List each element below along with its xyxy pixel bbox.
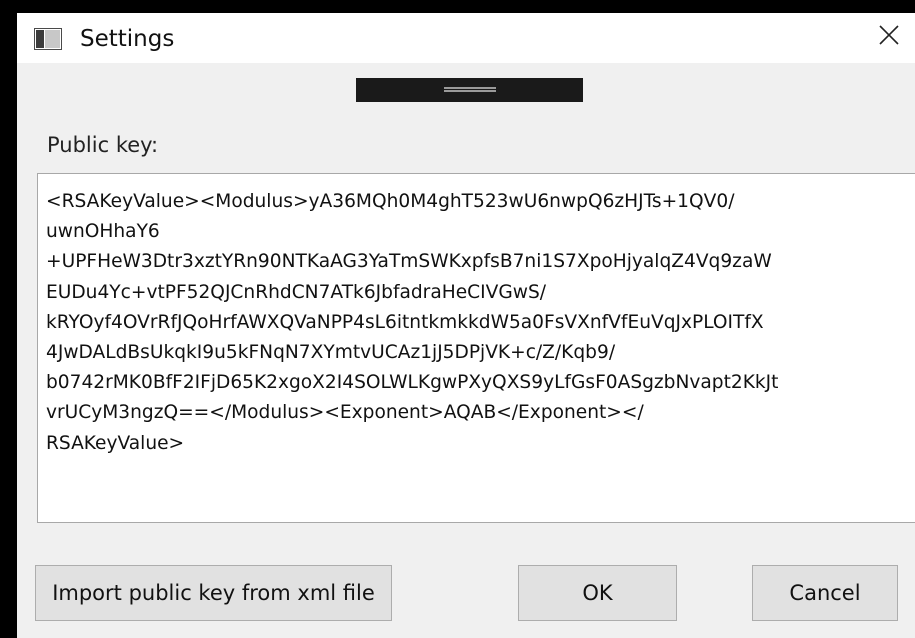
public-key-textarea[interactable]: <RSAKeyValue><Modulus>yA36MQh0M4ghT523wU…	[38, 174, 915, 522]
close-button[interactable]	[863, 13, 915, 61]
drag-handle[interactable]	[356, 78, 583, 102]
settings-window: Settings Public key: <RSAKeyValue><Modul…	[17, 13, 915, 638]
public-key-label: Public key:	[47, 133, 159, 157]
close-icon	[878, 24, 900, 50]
window-app-icon	[34, 28, 62, 50]
cancel-button[interactable]: Cancel	[752, 565, 898, 621]
import-public-key-button[interactable]: Import public key from xml file	[35, 565, 392, 621]
drag-grip-icon	[444, 87, 496, 92]
public-key-box: <RSAKeyValue><Modulus>yA36MQh0M4ghT523wU…	[37, 173, 915, 523]
window-title: Settings	[80, 26, 175, 52]
ok-button[interactable]: OK	[518, 565, 677, 621]
title-bar[interactable]: Settings	[17, 13, 915, 63]
